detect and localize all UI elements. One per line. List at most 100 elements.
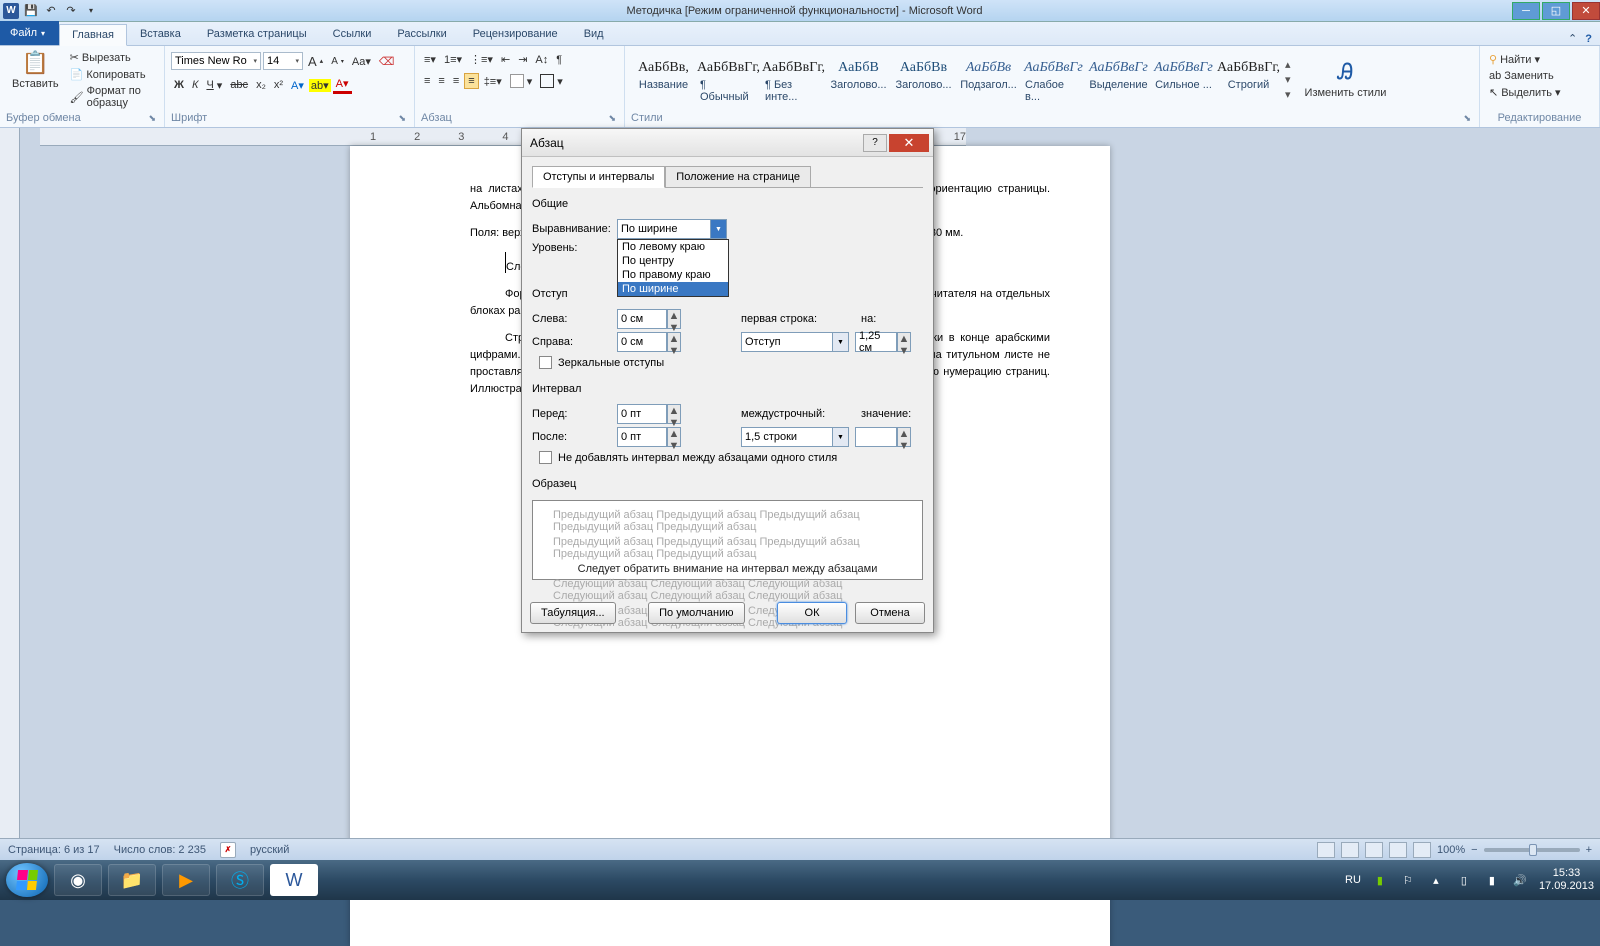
style-item[interactable]: АаБбВвГг,¶ Без инте... — [761, 56, 826, 104]
qat-dropdown-icon[interactable]: ▾ — [83, 3, 99, 19]
at-input[interactable] — [855, 427, 897, 447]
style-item[interactable]: АаБбВв,Название — [631, 56, 696, 104]
tab-page-layout[interactable]: Разметка страницы — [194, 23, 320, 45]
italic-button[interactable]: К — [189, 78, 201, 92]
tabs-button[interactable]: Табуляция... — [530, 602, 616, 624]
paste-button[interactable]: 📋 Вставить — [6, 48, 65, 92]
style-item[interactable]: АаБбВЗаголово... — [826, 56, 891, 104]
mirror-indents-checkbox[interactable]: Зеркальные отступы — [539, 356, 923, 369]
full-screen-view-icon[interactable] — [1341, 842, 1359, 858]
taskbar-media-icon[interactable]: ▶ — [162, 864, 210, 896]
copy-button[interactable]: 📄Копировать — [67, 67, 158, 82]
minimize-ribbon-icon[interactable]: ⌃ — [1568, 32, 1577, 45]
style-item[interactable]: АаБбВвГгВыделение — [1086, 56, 1151, 104]
increase-indent-icon[interactable]: ⇥ — [515, 52, 530, 67]
language-status[interactable]: русский — [250, 844, 289, 856]
cancel-button[interactable]: Отмена — [855, 602, 925, 624]
first-line-combo[interactable]: Отступ▼ — [741, 332, 849, 352]
zoom-level[interactable]: 100% — [1437, 844, 1465, 856]
find-button[interactable]: ⚲Найти▾ — [1486, 52, 1543, 67]
superscript-button[interactable]: x² — [271, 78, 286, 92]
font-color-icon[interactable]: A▾ — [333, 76, 352, 94]
tray-lang[interactable]: RU — [1345, 874, 1361, 886]
select-button[interactable]: ↖Выделить▾ — [1486, 85, 1564, 100]
styles-scroll-up-icon[interactable]: ▴ — [1285, 58, 1291, 71]
bullets-icon[interactable]: ≡▾ — [421, 52, 439, 67]
style-item[interactable]: АаБбВвГгСлабое в... — [1021, 56, 1086, 104]
tray-clock[interactable]: 15:3317.09.2013 — [1539, 867, 1594, 893]
start-button[interactable] — [6, 863, 48, 897]
tab-review[interactable]: Рецензирование — [460, 23, 571, 45]
style-item[interactable]: АаБбВвГг,¶ Обычный — [696, 56, 761, 104]
alignment-option[interactable]: По левому краю — [618, 240, 728, 254]
restore-button[interactable]: ◱ — [1542, 2, 1570, 20]
underline-button[interactable]: Ч▾ — [203, 78, 225, 93]
print-layout-view-icon[interactable] — [1317, 842, 1335, 858]
font-launcher[interactable]: ⬊ — [396, 113, 408, 124]
alignment-option[interactable]: По центру — [618, 254, 728, 268]
tray-network-icon[interactable]: ▮ — [1371, 871, 1389, 889]
numbering-icon[interactable]: 1≡▾ — [441, 52, 465, 67]
tab-home[interactable]: Главная — [59, 24, 127, 46]
at-spinner[interactable]: ▲▼ — [897, 427, 911, 447]
borders-icon[interactable]: ▾ — [537, 73, 566, 89]
after-input[interactable]: 0 пт — [617, 427, 667, 447]
bold-button[interactable]: Ж — [171, 78, 187, 92]
page-status[interactable]: Страница: 6 из 17 — [8, 844, 100, 856]
ok-button[interactable]: ОК — [777, 602, 847, 624]
by-spinner[interactable]: ▲▼ — [897, 332, 911, 352]
default-button[interactable]: По умолчанию — [648, 602, 744, 624]
tray-battery-icon[interactable]: ▯ — [1455, 871, 1473, 889]
zoom-slider[interactable] — [1484, 848, 1580, 852]
replace-button[interactable]: abЗаменить — [1486, 69, 1557, 83]
draft-view-icon[interactable] — [1413, 842, 1431, 858]
styles-more-icon[interactable]: ▾ — [1285, 88, 1291, 101]
no-space-checkbox[interactable]: Не добавлять интервал между абзацами одн… — [539, 451, 923, 464]
style-item[interactable]: АаБбВвПодзагол... — [956, 56, 1021, 104]
dialog-tab-indents[interactable]: Отступы и интервалы — [532, 166, 665, 188]
help-icon[interactable]: ? — [1585, 33, 1592, 45]
tray-wifi-icon[interactable]: ▮ — [1483, 871, 1501, 889]
style-item[interactable]: АаБбВвГг,Строгий — [1216, 56, 1281, 104]
alignment-combo[interactable]: По ширине▼ — [617, 219, 727, 239]
indent-left-spinner[interactable]: ▲▼ — [667, 309, 681, 329]
close-button[interactable]: ✕ — [1572, 2, 1600, 20]
alignment-option[interactable]: По правому краю — [618, 268, 728, 282]
paragraph-launcher[interactable]: ⬊ — [606, 113, 618, 124]
clipboard-launcher[interactable]: ⬊ — [146, 113, 158, 124]
tab-references[interactable]: Ссылки — [320, 23, 385, 45]
zoom-out-icon[interactable]: − — [1471, 844, 1477, 856]
font-name-combo[interactable]: Times New Ro▾ — [171, 52, 261, 70]
highlight-icon[interactable]: ab▾ — [309, 79, 331, 92]
dialog-tab-position[interactable]: Положение на странице — [665, 166, 811, 188]
show-marks-icon[interactable]: ¶ — [553, 53, 565, 67]
align-justify-icon[interactable]: ≡ — [464, 73, 478, 89]
multilevel-icon[interactable]: ⋮≡▾ — [467, 52, 496, 67]
strike-button[interactable]: abc — [227, 78, 251, 92]
alignment-option-selected[interactable]: По ширине — [618, 282, 728, 296]
styles-launcher[interactable]: ⬊ — [1461, 113, 1473, 124]
dialog-close-button[interactable]: ✕ — [889, 134, 929, 152]
vertical-ruler[interactable] — [0, 128, 20, 876]
minimize-button[interactable]: ─ — [1512, 2, 1540, 20]
tray-volume-icon[interactable]: 🔊 — [1511, 871, 1529, 889]
after-spinner[interactable]: ▲▼ — [667, 427, 681, 447]
tray-up-icon[interactable]: ▴ — [1427, 871, 1445, 889]
style-item[interactable]: АаБбВвГгСильное ... — [1151, 56, 1216, 104]
word-count[interactable]: Число слов: 2 235 — [114, 844, 206, 856]
decrease-indent-icon[interactable]: ⇤ — [498, 52, 513, 67]
proofing-icon[interactable]: ✗ — [220, 842, 236, 858]
outline-view-icon[interactable] — [1389, 842, 1407, 858]
shrink-font-icon[interactable]: A▾ — [328, 55, 347, 68]
align-center-icon[interactable]: ≡ — [435, 74, 447, 88]
tray-flag-icon[interactable]: ⚐ — [1399, 871, 1417, 889]
style-item[interactable]: АаБбВвЗаголово... — [891, 56, 956, 104]
change-styles-button[interactable]: Ꭿ Изменить стили — [1299, 57, 1393, 101]
file-tab[interactable]: Файл▾ — [0, 21, 59, 45]
sort-icon[interactable]: A↕ — [532, 53, 551, 67]
align-left-icon[interactable]: ≡ — [421, 74, 433, 88]
before-input[interactable]: 0 пт — [617, 404, 667, 424]
dialog-help-button[interactable]: ? — [863, 134, 887, 152]
taskbar-chrome-icon[interactable]: ◉ — [54, 864, 102, 896]
dialog-titlebar[interactable]: Абзац ? ✕ — [522, 129, 933, 157]
